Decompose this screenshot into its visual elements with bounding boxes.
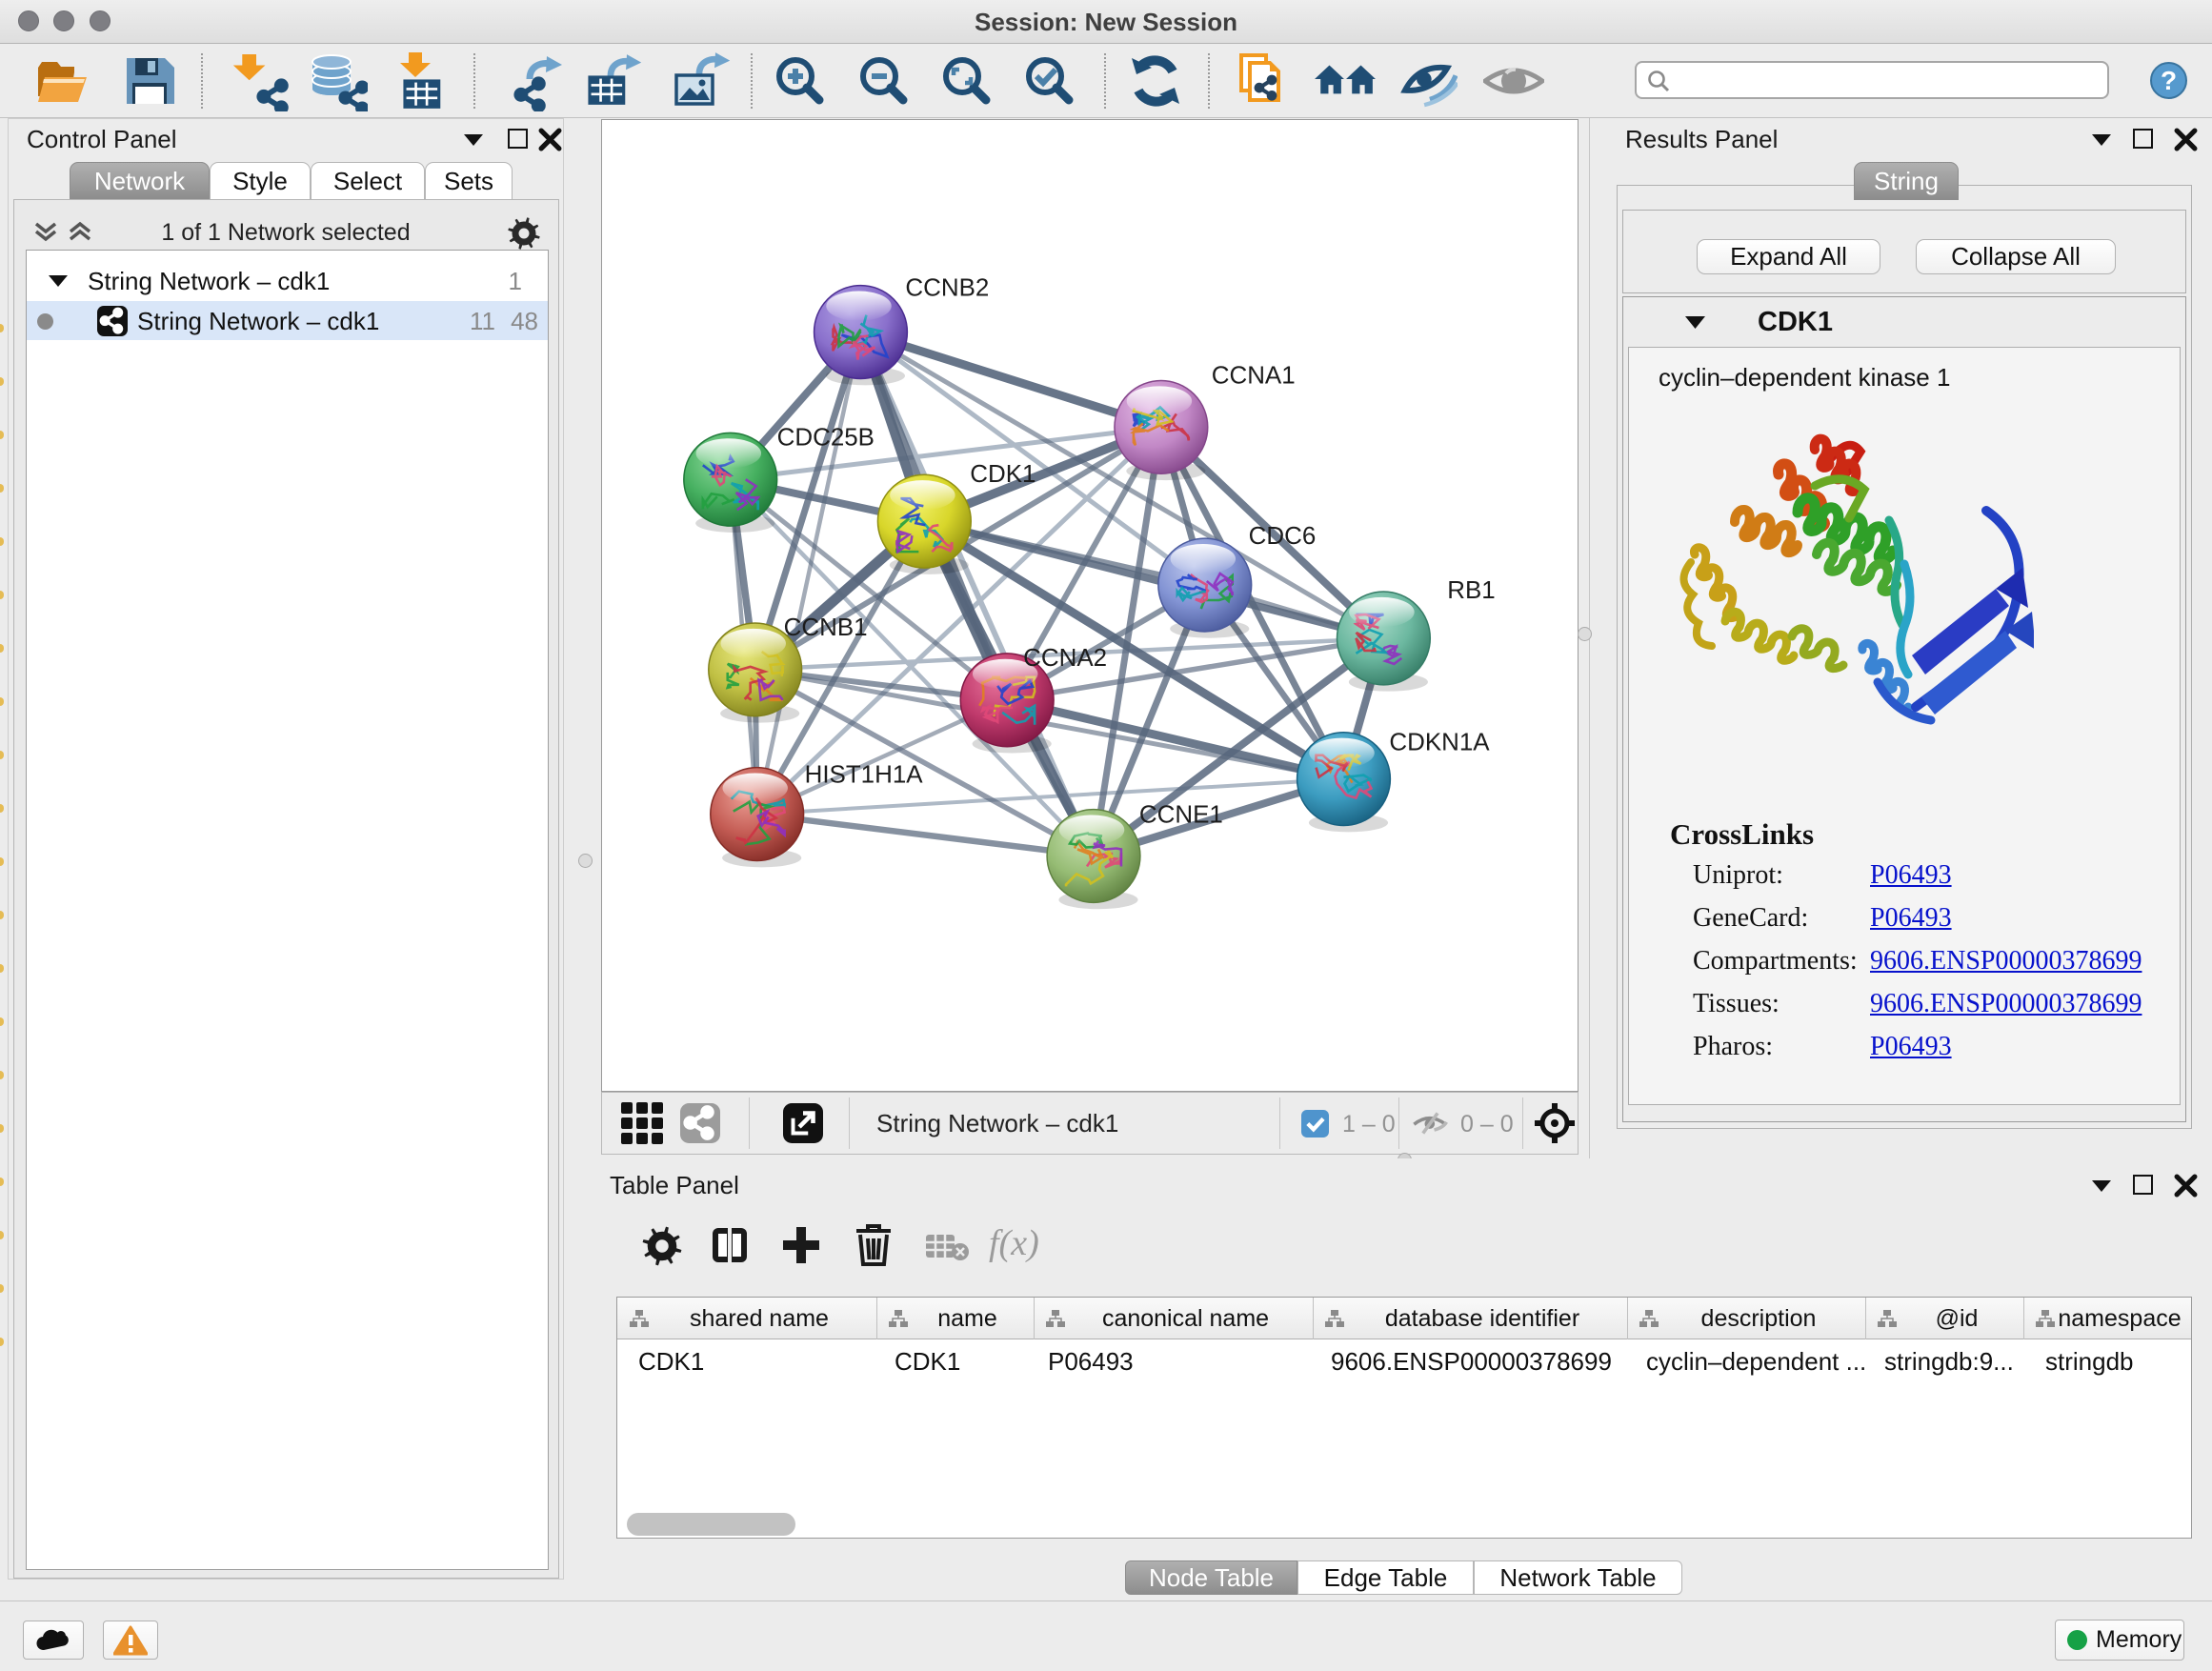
svg-text:CCNB2: CCNB2 bbox=[905, 275, 989, 302]
svg-text:CCNA2: CCNA2 bbox=[1023, 645, 1107, 672]
svg-text:CDC6: CDC6 bbox=[1249, 523, 1317, 550]
svg-text:RB1: RB1 bbox=[1447, 577, 1495, 604]
svg-text:CDK1: CDK1 bbox=[970, 461, 1036, 488]
svg-text:CDKN1A: CDKN1A bbox=[1389, 730, 1490, 756]
svg-text:CCNE1: CCNE1 bbox=[1139, 802, 1223, 829]
svg-text:CDC25B: CDC25B bbox=[777, 424, 875, 451]
svg-text:CCNA1: CCNA1 bbox=[1212, 362, 1296, 389]
svg-text:CCNB1: CCNB1 bbox=[784, 614, 868, 641]
svg-text:HIST1H1A: HIST1H1A bbox=[805, 762, 924, 789]
